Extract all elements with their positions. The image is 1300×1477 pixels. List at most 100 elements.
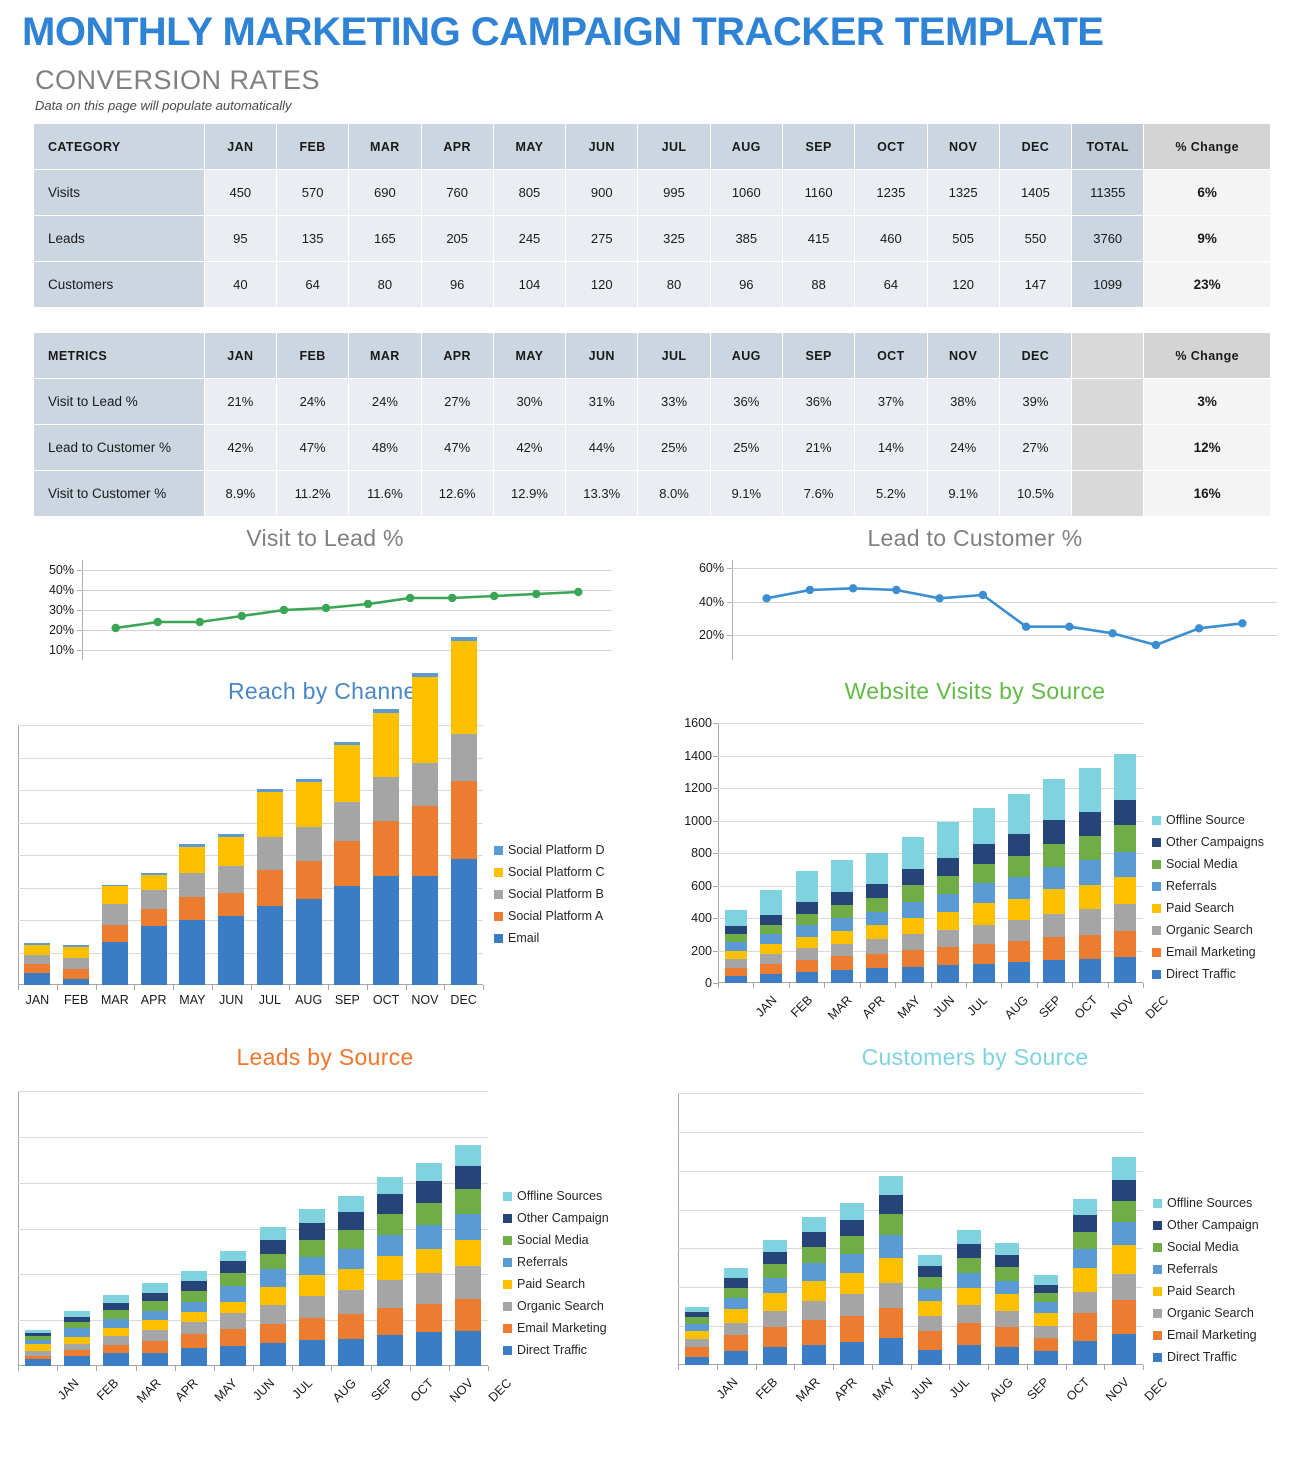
bar-segment	[256, 905, 283, 985]
bar-segment	[685, 1324, 710, 1332]
legend-item[interactable]: Other Campaign	[503, 1211, 609, 1225]
bar-column	[724, 909, 747, 983]
axis-tick	[930, 983, 932, 988]
legend-item[interactable]: Email Marketing	[503, 1321, 609, 1335]
table-row-label: Leads	[33, 215, 205, 262]
bar-segment	[416, 1162, 443, 1181]
bar-segment	[1114, 931, 1137, 957]
bar-segment	[1034, 1302, 1059, 1314]
metrics-table: METRICS JAN FEB MAR APR MAY JUN JUL AUG SEP OCT NOV…	[33, 332, 1271, 517]
bar-segment	[866, 925, 889, 940]
bar-segment	[801, 1280, 826, 1302]
bar-segment	[220, 1345, 247, 1366]
bar-segment	[142, 1330, 169, 1341]
legend-item[interactable]: Offline Sources	[503, 1189, 609, 1203]
bar-column	[956, 1230, 981, 1365]
legend-item[interactable]: Social Platform A	[494, 909, 605, 923]
bar-column	[762, 1239, 787, 1365]
bar-segment	[1072, 1313, 1097, 1341]
table-row: Customers 40 64 80 96 104 120 80 96 88 64 120 147 109…	[33, 261, 1271, 308]
legend-item[interactable]: Referrals	[503, 1255, 609, 1269]
axis-tick	[135, 1366, 137, 1371]
bar-segment	[830, 859, 853, 893]
table-cell: 80	[348, 261, 422, 308]
legend-item[interactable]: Paid Search	[1152, 901, 1264, 915]
legend-item[interactable]: Organic Search	[503, 1299, 609, 1313]
axis-tick	[488, 1366, 489, 1371]
legend-item[interactable]: Paid Search	[1153, 1284, 1259, 1298]
legend-item[interactable]: Email Marketing	[1152, 945, 1264, 959]
legend-item[interactable]: Offline Source	[1152, 813, 1264, 827]
legend-item[interactable]: Social Media	[1152, 857, 1264, 871]
bar-segment	[830, 905, 853, 919]
linechart-visit-to-lead-plot: 50% 40% 30% 20% 10%	[0, 552, 650, 672]
bar-segment	[181, 1290, 208, 1302]
x-axis-tick-label: JUN	[218, 993, 244, 1007]
legend-item[interactable]: Organic Search	[1152, 923, 1264, 937]
legend-label: Email Marketing	[517, 1321, 607, 1335]
legend-item[interactable]: Direct Traffic	[1153, 1350, 1259, 1364]
axis-tick	[483, 985, 484, 990]
table-cell: 120	[565, 261, 639, 308]
bar-segment	[1043, 959, 1066, 983]
table-cell: 550	[998, 215, 1073, 262]
legend-item[interactable]: Social Platform C	[494, 865, 605, 879]
legend-item[interactable]: Email	[494, 931, 605, 945]
legend-item[interactable]: Offline Sources	[1153, 1196, 1259, 1210]
x-axis-tick-label: MAR	[824, 993, 855, 1023]
bar-segment	[795, 901, 818, 915]
bar-column	[801, 1216, 826, 1365]
bar-segment	[1007, 793, 1030, 835]
bar-segment	[376, 1214, 403, 1235]
bar-segment	[1007, 898, 1030, 920]
bar-segment	[140, 874, 167, 891]
table-cell-pct-change: 12%	[1143, 424, 1271, 471]
bar-segment	[334, 745, 361, 803]
table-header-cell: JAN	[203, 123, 277, 170]
table-row-label: Customers	[33, 261, 205, 308]
bar-segment	[866, 853, 889, 884]
bar-segment	[1114, 754, 1137, 800]
bar-segment	[259, 1343, 286, 1366]
bar-segment	[879, 1195, 904, 1215]
legend-item[interactable]: Other Campaign	[1153, 1218, 1259, 1232]
legend-item[interactable]: Direct Traffic	[503, 1343, 609, 1357]
table-cell: 11.6%	[348, 470, 422, 517]
bar-segment	[685, 1347, 710, 1357]
legend-item[interactable]: Email Marketing	[1153, 1328, 1259, 1342]
bar-segment	[220, 1313, 247, 1330]
axis-tick	[1143, 983, 1144, 988]
bar-segment	[866, 911, 889, 926]
legend-item[interactable]: Referrals	[1152, 879, 1264, 893]
table-cell: 40	[203, 261, 277, 308]
bar-segment	[1043, 843, 1066, 867]
bar-column	[101, 884, 128, 985]
legend-item[interactable]: Social Platform B	[494, 887, 605, 901]
legend-item[interactable]: Paid Search	[503, 1277, 609, 1291]
legend-item[interactable]: Other Campaigns	[1152, 835, 1264, 849]
legend-item[interactable]: Social Platform D	[494, 843, 605, 857]
bar-segment	[879, 1214, 904, 1235]
legend-item[interactable]: Direct Traffic	[1152, 967, 1264, 981]
legend-item[interactable]: Social Media	[503, 1233, 609, 1247]
bar-segment	[337, 1269, 364, 1290]
bar-segment	[840, 1235, 865, 1254]
legend-label: Social Platform C	[508, 865, 605, 879]
bar-column	[337, 1196, 364, 1366]
x-axis-tick-label: DEC	[450, 993, 477, 1007]
legend-item[interactable]: Referrals	[1153, 1262, 1259, 1276]
bar-segment	[24, 973, 51, 985]
legend-item[interactable]: Organic Search	[1153, 1306, 1259, 1320]
section-subtitle: Data on this page will populate automati…	[35, 98, 292, 113]
legend-swatch-icon	[494, 933, 503, 943]
axis-tick	[366, 985, 368, 990]
section-title: CONVERSION RATES	[35, 65, 321, 95]
bar-segment	[972, 808, 995, 845]
legend-item[interactable]: Social Media	[1153, 1240, 1259, 1254]
line-chart-row: Visit to Lead % 50% 40% 30% 20% 10% Lead to …	[0, 517, 1300, 672]
bar-segment	[1007, 961, 1030, 983]
page-title: MONTHLY MARKETING CAMPAIGN TRACKER TEMPL…	[22, 10, 1104, 54]
x-axis-tick-label: NOV	[447, 1376, 477, 1406]
axis-tick	[77, 590, 82, 591]
bar-segment	[762, 1292, 787, 1311]
